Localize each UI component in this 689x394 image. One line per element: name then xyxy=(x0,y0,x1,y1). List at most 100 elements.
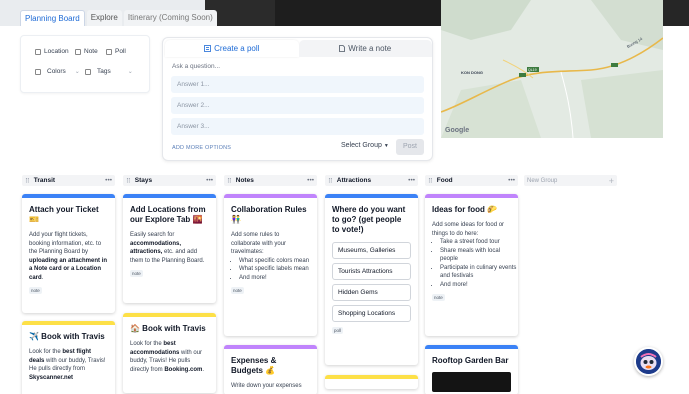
more-options-icon[interactable]: ••• xyxy=(307,177,314,184)
filter-colors[interactable]: Colors ⌄ xyxy=(35,68,80,75)
column-title: Attractions xyxy=(336,177,372,184)
poll-option[interactable]: Museums, Galleries xyxy=(332,242,411,259)
tab-planning-board[interactable]: Planning Board xyxy=(20,10,85,26)
card-text: Look for the xyxy=(130,341,164,347)
poll-option[interactable]: Shopping Locations xyxy=(332,305,411,322)
drag-handle-icon[interactable]: ⠿ xyxy=(25,177,30,185)
filter-label: Poll xyxy=(115,48,126,55)
note-card[interactable]: Collaboration Rules 👫 Add some rules to … xyxy=(224,194,317,336)
filter-label: Colors xyxy=(47,68,66,75)
column-header[interactable]: ⠿ Food ••• xyxy=(425,175,518,186)
select-group-dropdown[interactable]: Select Group ▼ xyxy=(341,142,389,149)
card-body: Add some ideas for food or things to do … xyxy=(432,222,505,237)
checkbox[interactable] xyxy=(75,48,81,55)
note-card[interactable]: Ideas for food 🌮 Add some ideas for food… xyxy=(425,194,518,336)
tab-write-note[interactable]: Write a note xyxy=(298,40,432,57)
location-card[interactable]: Rooftop Garden Bar xyxy=(425,345,518,394)
main-tabs: Planning Board Explore Itinerary (Coming… xyxy=(20,10,217,26)
select-group-label: Select Group xyxy=(341,142,382,149)
column-notes: ⠿ Notes ••• Collaboration Rules 👫 Add so… xyxy=(224,175,317,394)
list-item: And more! xyxy=(239,274,317,283)
note-card[interactable]: Add Locations from our Explore Tab 🌇 Eas… xyxy=(123,194,216,303)
drag-handle-icon[interactable]: ⠿ xyxy=(428,177,433,185)
chevron-down-icon: ⌄ xyxy=(127,69,133,75)
banner-image xyxy=(275,0,465,26)
filter-label: Location xyxy=(44,48,69,55)
note-card[interactable]: 🏠 Book with Travis Look for the best acc… xyxy=(123,313,216,393)
tab-label: Create a poll xyxy=(214,44,260,53)
checkbox[interactable] xyxy=(35,68,41,75)
note-card[interactable]: ✈️ Book with Travis Look for the best fl… xyxy=(22,321,115,394)
map-label-kon-dong: KON DONG xyxy=(461,70,483,75)
card-list: Take a street food tour Share meals with… xyxy=(425,238,518,289)
plus-icon[interactable]: + xyxy=(609,176,614,186)
new-group-label: New Group xyxy=(527,177,558,184)
column-header[interactable]: ⠿ Transit ••• xyxy=(22,175,115,186)
card-body: Write down your expenses xyxy=(231,383,302,389)
column-header[interactable]: ⠿ Stays ••• xyxy=(123,175,216,186)
column-header[interactable]: ⠿ Attractions ••• xyxy=(325,175,418,186)
tab-label: Write a note xyxy=(348,44,392,53)
new-group-input[interactable]: New Group + xyxy=(524,175,617,186)
column-header[interactable]: ⠿ Notes ••• xyxy=(224,175,317,186)
card-text: Look for the xyxy=(29,349,63,355)
note-tag: note xyxy=(432,294,445,301)
note-tag: note xyxy=(231,287,244,294)
caret-down-icon: ▼ xyxy=(383,143,389,149)
card-text: Easily search for xyxy=(130,232,175,238)
post-button[interactable]: Post xyxy=(396,139,424,155)
list-item: Take a street food tour xyxy=(440,238,518,247)
note-card[interactable] xyxy=(325,375,418,389)
answer-input-1[interactable]: Answer 1... xyxy=(171,76,424,93)
answer-input-2[interactable]: Answer 2... xyxy=(171,97,424,114)
filter-location[interactable]: Location xyxy=(35,48,69,55)
tab-itinerary[interactable]: Itinerary (Coming Soon) xyxy=(123,10,217,26)
filter-tags[interactable]: Tags ⌄ xyxy=(85,68,133,75)
poll-icon xyxy=(204,45,211,52)
column-title: Food xyxy=(436,177,453,184)
filter-poll[interactable]: Poll xyxy=(106,48,126,55)
list-item: And more! xyxy=(440,281,518,290)
card-body: Easily search for accommodations, attrac… xyxy=(123,225,216,265)
map-view[interactable]: QL19 KON DONG Buong 14 Google xyxy=(441,0,663,138)
column-food: ⠿ Food ••• Ideas for food 🌮 Add some ide… xyxy=(425,175,518,394)
checkbox[interactable] xyxy=(35,48,41,55)
filter-label: Note xyxy=(84,48,98,55)
note-tag: note xyxy=(130,270,143,277)
card-body: Look for the best flight deals with our … xyxy=(22,342,115,382)
card-body: Add your flight tickets, booking informa… xyxy=(22,225,115,282)
drag-handle-icon[interactable]: ⠿ xyxy=(126,177,131,185)
card-text: . xyxy=(202,366,205,373)
card-title: Ideas for food 🌮 xyxy=(432,205,498,214)
drag-handle-icon[interactable]: ⠿ xyxy=(328,177,333,185)
assistant-avatar-button[interactable] xyxy=(634,347,663,376)
poll-option[interactable]: Hidden Gems xyxy=(332,284,411,301)
card-title: ✈️ Book with Travis xyxy=(29,332,105,341)
add-more-options-link[interactable]: ADD MORE OPTIONS xyxy=(172,145,231,151)
tab-create-poll[interactable]: Create a poll xyxy=(165,40,299,57)
poll-tag: poll xyxy=(332,327,344,334)
poll-card[interactable]: Where do you want to go? (get people to … xyxy=(325,194,418,365)
poll-option[interactable]: Tourists Attractions xyxy=(332,263,411,280)
note-card[interactable]: Attach your Ticket 🎫 Add your flight tic… xyxy=(22,194,115,313)
filter-label: Tags xyxy=(97,68,111,75)
more-options-icon[interactable]: ••• xyxy=(206,177,213,184)
more-options-icon[interactable]: ••• xyxy=(105,177,112,184)
checkbox[interactable] xyxy=(85,68,91,75)
svg-text:QL19: QL19 xyxy=(528,68,537,72)
card-title: Rooftop Garden Bar xyxy=(432,356,509,365)
question-input[interactable]: Ask a question... xyxy=(172,63,220,70)
drag-handle-icon[interactable]: ⠿ xyxy=(227,177,232,185)
answer-input-3[interactable]: Answer 3... xyxy=(171,118,424,135)
card-text: . xyxy=(41,274,44,281)
card-title: 🏠 Book with Travis xyxy=(130,324,206,333)
checkbox[interactable] xyxy=(106,48,112,55)
card-body: Add some rules to collaborate with your … xyxy=(231,232,287,255)
more-options-icon[interactable]: ••• xyxy=(408,177,415,184)
note-card[interactable]: Expenses & Budgets 💰 Write down your exp… xyxy=(224,345,317,394)
column-stays: ⠿ Stays ••• Add Locations from our Explo… xyxy=(123,175,216,393)
filter-note[interactable]: Note xyxy=(75,48,98,55)
tab-explore[interactable]: Explore xyxy=(86,10,122,26)
more-options-icon[interactable]: ••• xyxy=(508,177,515,184)
list-item: Share meals with local people xyxy=(440,247,518,264)
